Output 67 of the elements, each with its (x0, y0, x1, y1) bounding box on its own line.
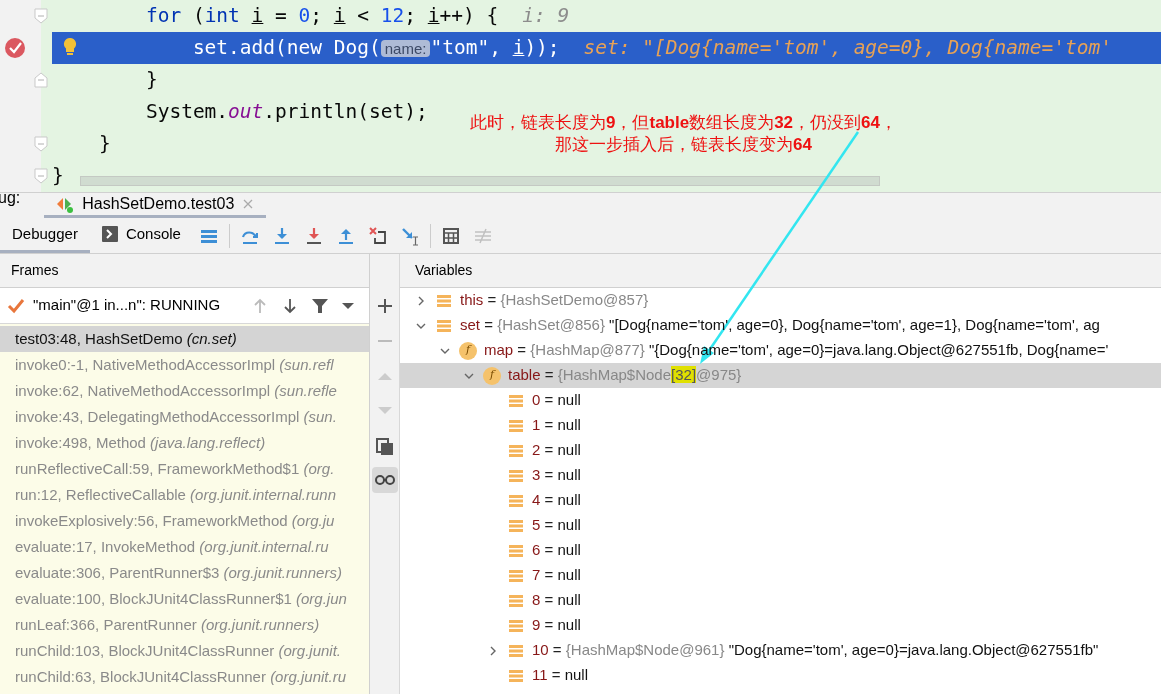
list-icon (436, 293, 452, 308)
list-icon (508, 468, 524, 483)
variable-entry[interactable]: 6 = null (532, 539, 581, 562)
fold-marker-icon[interactable] (34, 168, 48, 184)
calculator-icon[interactable] (440, 225, 461, 246)
variable-entry[interactable]: this = {HashSetDemo@857} (460, 289, 649, 312)
arrow-down-icon[interactable] (281, 296, 299, 315)
variable-entry[interactable]: 8 = null (532, 589, 581, 612)
fold-marker-icon[interactable] (34, 72, 48, 88)
run-to-cursor-icon[interactable] (399, 225, 420, 246)
variable-entry[interactable]: table = {HashMap$Node[32]@975} (508, 364, 742, 387)
glasses-icon (374, 474, 395, 486)
run-tab[interactable]: HashSetDemo.test03 (44, 193, 267, 218)
drop-frame-icon[interactable] (367, 225, 388, 246)
panel-title: Frames (11, 261, 59, 280)
scrollbar[interactable] (80, 176, 880, 186)
variable-entry[interactable]: 3 = null (532, 464, 581, 487)
variable-entry[interactable]: 1 = null (532, 414, 581, 437)
variable-entry[interactable]: 5 = null (532, 514, 581, 537)
lightbulb-icon[interactable] (62, 37, 78, 57)
variable-entry[interactable]: 10 = {HashMap$Node@961} "Dog{name='tom', age=0}=java.lang.Object@627551fb" (532, 639, 1099, 662)
list-icon (508, 443, 524, 458)
variable-entry[interactable]: 9 = null (532, 614, 581, 637)
list-icon (508, 543, 524, 558)
copy-icon[interactable] (375, 438, 394, 456)
panel-title: Variables (415, 261, 473, 280)
list-icon (436, 318, 452, 333)
variable-entry[interactable]: 2 = null (532, 439, 581, 462)
plus-icon[interactable] (376, 298, 393, 314)
check-icon (7, 297, 25, 314)
inline-value: i: 9 (522, 3, 570, 30)
filter-icon[interactable] (311, 296, 329, 315)
code-line: for (int i = 0; i < 12; i++) { (144, 3, 499, 30)
code-line: } (52, 163, 64, 190)
annotation-text: 那这一步插入后，链表长度变为64 (555, 134, 812, 156)
glasses-button[interactable] (371, 467, 398, 493)
field-icon: f (459, 341, 477, 360)
dropdown-caret-icon[interactable] (341, 300, 355, 311)
stack-frame[interactable]: test03:48, HashSetDemo (cn.set) (0, 326, 369, 352)
debug-run-icon (56, 195, 75, 213)
list-icon (508, 418, 524, 433)
variable-entry[interactable]: 11 = null (532, 664, 589, 687)
debugger-tab[interactable]: Debugger (0, 218, 90, 253)
code-line: set.add(new Dog( name: "tom", i)); (191, 35, 560, 62)
list-icon (508, 593, 524, 608)
console-tab[interactable]: Console (89, 218, 193, 253)
fold-marker-icon[interactable] (34, 8, 48, 24)
list-icon (508, 568, 524, 583)
list-icon (508, 668, 524, 683)
code-line: } (144, 67, 158, 94)
annotation-text: 此时，链表长度为9，但table数组长度为32，仍没到64， (470, 112, 897, 134)
code-line: System.out.println(set); (144, 99, 428, 126)
list-icon (508, 618, 524, 633)
console-icon (101, 226, 118, 242)
list-icon (508, 643, 524, 658)
close-icon[interactable] (242, 198, 255, 210)
variable-entry[interactable]: 0 = null (532, 389, 581, 412)
list-icon (508, 518, 524, 533)
field-icon: f (483, 366, 501, 385)
code-line: } (97, 131, 111, 158)
list-icon (508, 493, 524, 508)
fold-marker-icon[interactable] (34, 136, 48, 152)
inline-value: set: "[Dog{name='tom', age=0}, Dog{name='tom' (583, 35, 1112, 62)
variable-entry[interactable]: 7 = null (532, 564, 581, 587)
list-icon (508, 393, 524, 408)
variable-entry[interactable]: 4 = null (532, 489, 581, 512)
breakpoint-icon[interactable] (4, 37, 26, 59)
